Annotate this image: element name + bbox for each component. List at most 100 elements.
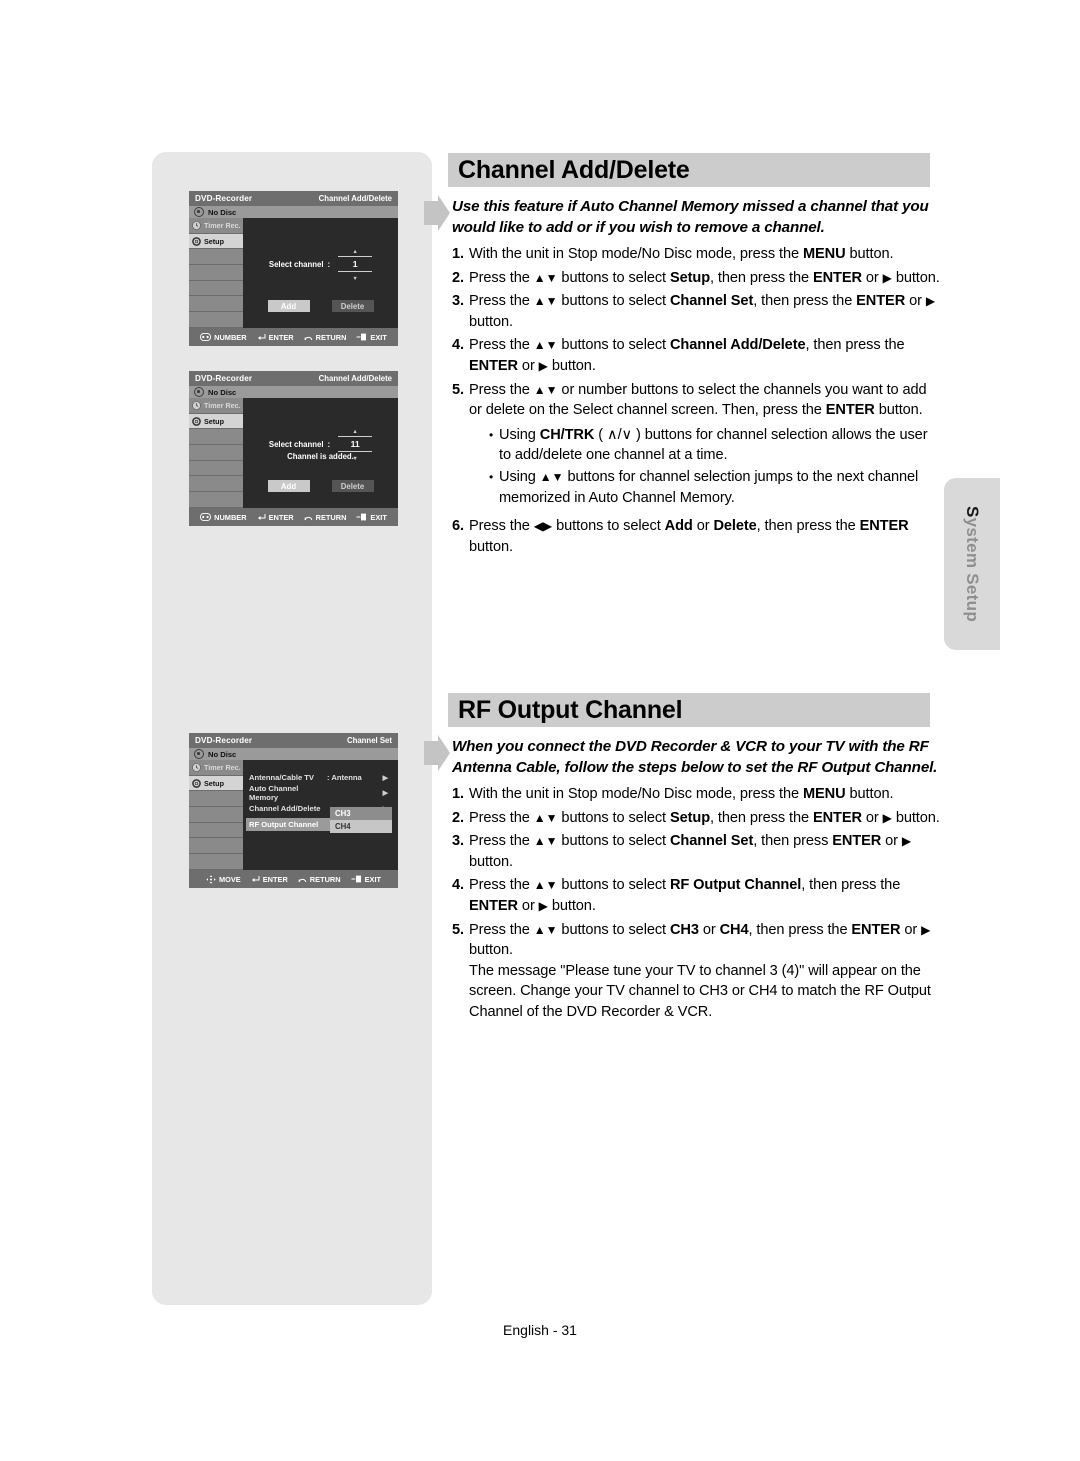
footer-exit-label: EXIT (370, 512, 387, 522)
exit-icon (351, 875, 362, 883)
return-icon (298, 875, 307, 883)
menu-row-label: Channel Add/Delete (249, 804, 321, 814)
osd-sidebar-item-empty (189, 823, 243, 839)
step-text: Press the ▲▼ or number buttons to select… (469, 380, 942, 514)
osd-main-area: Select channel : ▲ 1 ▼ Add Delete (243, 218, 398, 328)
osd-sidebar-item-label: Timer Rec. (204, 220, 241, 230)
channel-stepper[interactable]: ▲ 1 ▼ (338, 246, 373, 282)
step-item: 4. Press the ▲▼ buttons to select RF Outp… (452, 875, 942, 916)
delete-button[interactable]: Delete (331, 300, 374, 312)
section-intro-channel-add-delete: Use this feature if Auto Channel Memory … (452, 198, 929, 236)
stepper-down-icon[interactable]: ▼ (352, 276, 357, 282)
osd-sidebar-item-empty (189, 445, 243, 461)
footer-number[interactable]: NUMBER (200, 332, 247, 342)
osd-sidebar-item-setup[interactable]: Setup (189, 775, 243, 792)
disc-icon (194, 749, 204, 759)
menu-row-auto-channel-memory[interactable]: Auto Channel Memory ▶ (249, 784, 394, 802)
section-side-tab: System Setup (944, 478, 1000, 650)
step-item: 4. Press the ▲▼ buttons to select Channel… (452, 335, 942, 376)
osd-sidebar-item-timer-rec[interactable]: Timer Rec. (189, 398, 243, 414)
return-icon (304, 513, 313, 521)
step-list-channel-add-delete: 1. With the unit in Stop mode/No Disc mod… (452, 244, 942, 560)
step-number: 1. (452, 246, 464, 262)
footer-return[interactable]: RETURN (298, 875, 341, 884)
osd-screen-title: Channel Set (346, 736, 392, 745)
footer-exit[interactable]: EXIT (351, 875, 381, 884)
osd-sidebar-item-empty (189, 249, 243, 266)
osd-status-label: No Disc (208, 387, 237, 397)
add-button[interactable]: Add (267, 300, 310, 312)
osd-sidebar-item-setup[interactable]: Setup (189, 233, 243, 250)
bullet-item: • Using CH/TRK ( ∧/∨ ) buttons for channe… (489, 425, 942, 466)
osd-sidebar-item-timer-rec[interactable]: Timer Rec. (189, 760, 243, 776)
disc-icon (194, 387, 204, 397)
footer-enter[interactable]: ENTER (257, 513, 294, 522)
osd-sidebar-item-label: Timer Rec. (204, 762, 241, 772)
footer-move-label: MOVE (218, 874, 241, 884)
step-number: 4. (452, 337, 464, 354)
section-heading-text: Channel Add/Delete (458, 155, 690, 184)
footer-exit-label: EXIT (364, 874, 382, 884)
section-intro-rf-output-channel: When you connect the DVD Recorder & VCR … (452, 738, 938, 776)
osd-sidebar-item-empty (189, 476, 243, 493)
bullet-dot-icon: • (489, 427, 494, 442)
osd-sidebar: Timer Rec. Setup (189, 760, 243, 870)
osd-brand-label: DVD-Recorder (195, 194, 253, 203)
osd-body: Timer Rec. Setup Antenna/Cable TV : Ante… (189, 760, 398, 870)
footer-number-label: NUMBER (214, 332, 247, 342)
osd-sidebar-item-setup[interactable]: Setup (189, 413, 243, 430)
osd-sidebar-item-empty (189, 791, 243, 808)
clock-icon (192, 221, 201, 230)
page-footer: English - 31 (503, 1322, 577, 1338)
submenu-option-ch4[interactable]: CH4 (330, 819, 392, 833)
footer-enter-label: ENTER (268, 512, 294, 522)
chevron-right-icon: ▶ (382, 774, 388, 782)
step-text: Press the ▲▼ buttons to select RF Output… (469, 877, 901, 914)
footer-move[interactable]: MOVE (206, 875, 241, 884)
osd-titlebar: DVD-Recorder Channel Add/Delete (189, 191, 398, 206)
disc-icon (194, 207, 204, 217)
osd-body: Timer Rec. Setup Select channel : ▲ (189, 218, 398, 328)
delete-button[interactable]: Delete (331, 480, 374, 492)
menu-row-label: RF Output Channel (246, 817, 330, 831)
intro-arrow-icon (424, 733, 450, 773)
step-text: With the unit in Stop mode/No Disc mode,… (469, 246, 894, 262)
enter-icon (251, 875, 260, 883)
footer-return[interactable]: RETURN (304, 513, 346, 522)
osd-sidebar-item-label: Timer Rec. (204, 400, 241, 410)
footer-exit[interactable]: EXIT (356, 512, 387, 522)
step-item: 1. With the unit in Stop mode/No Disc mod… (452, 244, 942, 265)
step-item: 5. Press the ▲▼ or number buttons to sele… (452, 380, 942, 514)
osd-titlebar: DVD-Recorder Channel Set (189, 733, 398, 748)
stepper-up-icon[interactable]: ▲ (352, 249, 357, 255)
footer-enter[interactable]: ENTER (257, 333, 294, 342)
osd-sidebar-item-timer-rec[interactable]: Timer Rec. (189, 218, 243, 234)
footer-return[interactable]: RETURN (304, 332, 347, 342)
intro-arrow-icon (424, 193, 450, 233)
osd-button-row: Add Delete (243, 300, 398, 312)
footer-enter[interactable]: ENTER (251, 875, 288, 884)
chevron-right-icon: ▶ (382, 790, 388, 798)
step-item: 1. With the unit in Stop mode/No Disc mod… (452, 784, 942, 805)
section-heading-rf-output-channel: RF Output Channel (448, 693, 930, 727)
return-icon (304, 333, 313, 341)
step-item: 3. Press the ▲▼ buttons to select Channel… (452, 831, 942, 872)
add-button[interactable]: Add (267, 480, 310, 492)
move-pad-icon (206, 874, 216, 884)
exit-icon (356, 513, 367, 521)
stepper-up-icon[interactable]: ▲ (352, 429, 357, 435)
osd-footer-bar: MOVE ENTER RETURN EXIT (189, 870, 398, 888)
menu-row-antenna-cable-tv[interactable]: Antenna/Cable TV : Antenna ▶ (249, 770, 394, 786)
footer-exit[interactable]: EXIT (356, 333, 387, 342)
step-text: Press the ▲▼ buttons to select Channel S… (469, 833, 912, 870)
channel-added-message: Channel is added. (287, 452, 354, 461)
osd-brand-label: DVD-Recorder (195, 736, 253, 745)
step-number: 5. (452, 381, 464, 398)
step-number: 6. (452, 518, 464, 535)
submenu-option-ch3[interactable]: CH3 (330, 806, 392, 820)
footer-number[interactable]: NUMBER (200, 513, 247, 522)
osd-status-label: No Disc (208, 207, 237, 217)
osd-screenshot-channel-set: DVD-Recorder Channel Set No Disc Timer R… (189, 733, 398, 888)
footer-return-label: RETURN (315, 332, 347, 342)
osd-screen-title: Channel Add/Delete (318, 194, 392, 203)
